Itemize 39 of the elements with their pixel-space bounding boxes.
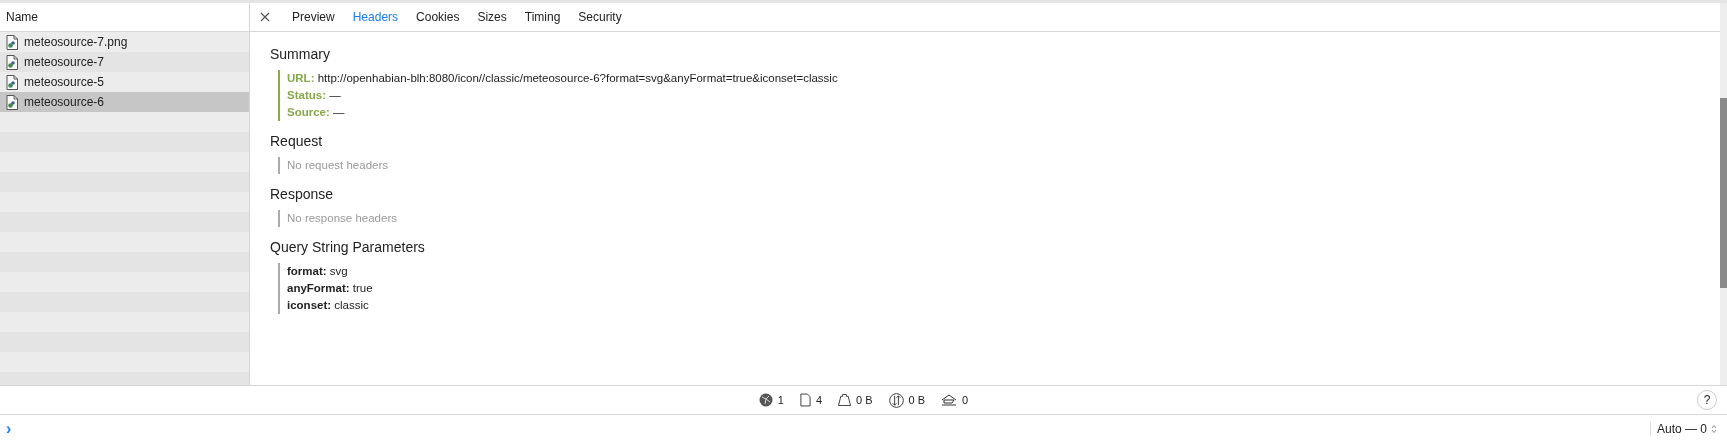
context-selector[interactable]: Auto — 0 — [1649, 422, 1717, 436]
globe-icon — [758, 393, 773, 407]
tab[interactable]: Security — [578, 10, 622, 24]
parameter-line: format: svg — [287, 264, 349, 279]
transfer-icon — [888, 392, 904, 408]
stat-value: 1 — [777, 394, 784, 406]
column-header[interactable]: Name — [0, 3, 249, 32]
stat-value: 4 — [815, 394, 823, 406]
image-file-icon — [6, 34, 18, 50]
image-file-icon — [6, 74, 18, 90]
resources-icon — [941, 394, 958, 406]
section-heading: Summary — [270, 46, 331, 62]
tab[interactable]: Preview — [292, 10, 335, 24]
scrollbar-thumb[interactable] — [1720, 98, 1727, 288]
tab[interactable]: Headers — [352, 10, 399, 24]
tab[interactable]: Timing — [524, 10, 561, 24]
empty-message: No response headers — [287, 211, 398, 226]
summary-line: Status: — — [287, 88, 342, 103]
close-icon[interactable] — [260, 12, 270, 22]
document-icon — [799, 393, 811, 407]
image-file-icon — [6, 94, 18, 110]
tab[interactable]: Cookies — [416, 10, 460, 24]
summary-line: Source: — — [287, 105, 346, 120]
image-file-icon — [6, 54, 18, 70]
section-heading: Query String Parameters — [270, 239, 426, 255]
parameter-line: iconset: classic — [287, 298, 370, 313]
file-row[interactable]: meteosource-6 — [0, 92, 249, 112]
summary-line: URL: http://openhabian-blh:8080/icon//classic/meteosource-6?format=svg&anyFormat=true&iconset=classic — [287, 71, 839, 86]
stepper-icon — [1711, 424, 1717, 434]
stat-value: 0 B — [908, 394, 926, 406]
weight-icon — [838, 394, 852, 406]
tab[interactable]: Sizes — [477, 10, 507, 24]
empty-message: No request headers — [287, 158, 389, 173]
parameter-line: anyFormat: true — [287, 281, 374, 296]
section-heading: Request — [270, 133, 324, 149]
stat-value: 0 B — [856, 394, 873, 406]
console-prompt: › — [6, 420, 12, 438]
stat-value: 0 — [962, 394, 969, 406]
section-heading: Response — [270, 186, 335, 202]
